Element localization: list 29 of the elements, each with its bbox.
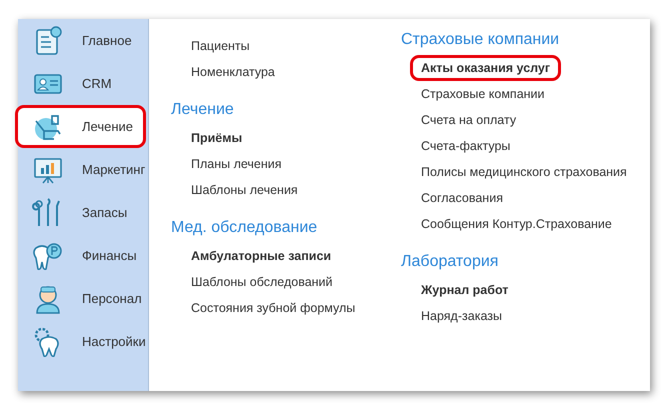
menu-link[interactable]: Амбулаторные записи (180, 243, 342, 269)
sidebar-item[interactable]: Лечение (15, 105, 146, 148)
section-heading: Страховые компании (401, 31, 560, 49)
menu-link[interactable]: Состояния зубной формулы (180, 295, 366, 321)
sidebar-item[interactable]: Главное (15, 19, 146, 62)
sidebar-item[interactable]: Маркетинг (15, 148, 146, 191)
section-heading: Лечение (171, 101, 235, 119)
menu-link[interactable]: Номенклатура (180, 59, 286, 85)
section-heading: Мед. обследование (171, 219, 318, 237)
menu-link[interactable]: Планы лечения (180, 151, 293, 177)
menu-link[interactable]: Полисы медицинского страхования (410, 159, 638, 185)
menu-link[interactable]: Шаблоны лечения (180, 177, 309, 203)
menu-link[interactable]: Счета на оплату (410, 107, 528, 133)
section-heading: Лаборатория (401, 253, 500, 271)
menu-link[interactable]: Приёмы (180, 125, 254, 151)
menu-link[interactable]: Пациенты (180, 33, 261, 59)
sidebar-item[interactable]: CRM (15, 62, 146, 105)
menu-link[interactable]: Акты оказания услуг (410, 55, 562, 81)
sidebar-item[interactable]: Настройки (15, 320, 146, 363)
menu-link[interactable]: Сообщения Контур.Страхование (410, 211, 623, 237)
menu-link[interactable]: Шаблоны обследований (180, 269, 344, 295)
menu-link[interactable]: Согласования (410, 185, 514, 211)
menu-link[interactable]: Журнал работ (410, 277, 520, 303)
sidebar-item[interactable]: Персонал (15, 277, 146, 320)
menu-link[interactable]: Наряд-заказы (410, 303, 513, 329)
sidebar-item[interactable]: Финансы (15, 234, 146, 277)
sidebar-item[interactable]: Запасы (15, 191, 146, 234)
menu-link[interactable]: Страховые компании (410, 81, 556, 107)
menu-link[interactable]: Счета-фактуры (410, 133, 522, 159)
